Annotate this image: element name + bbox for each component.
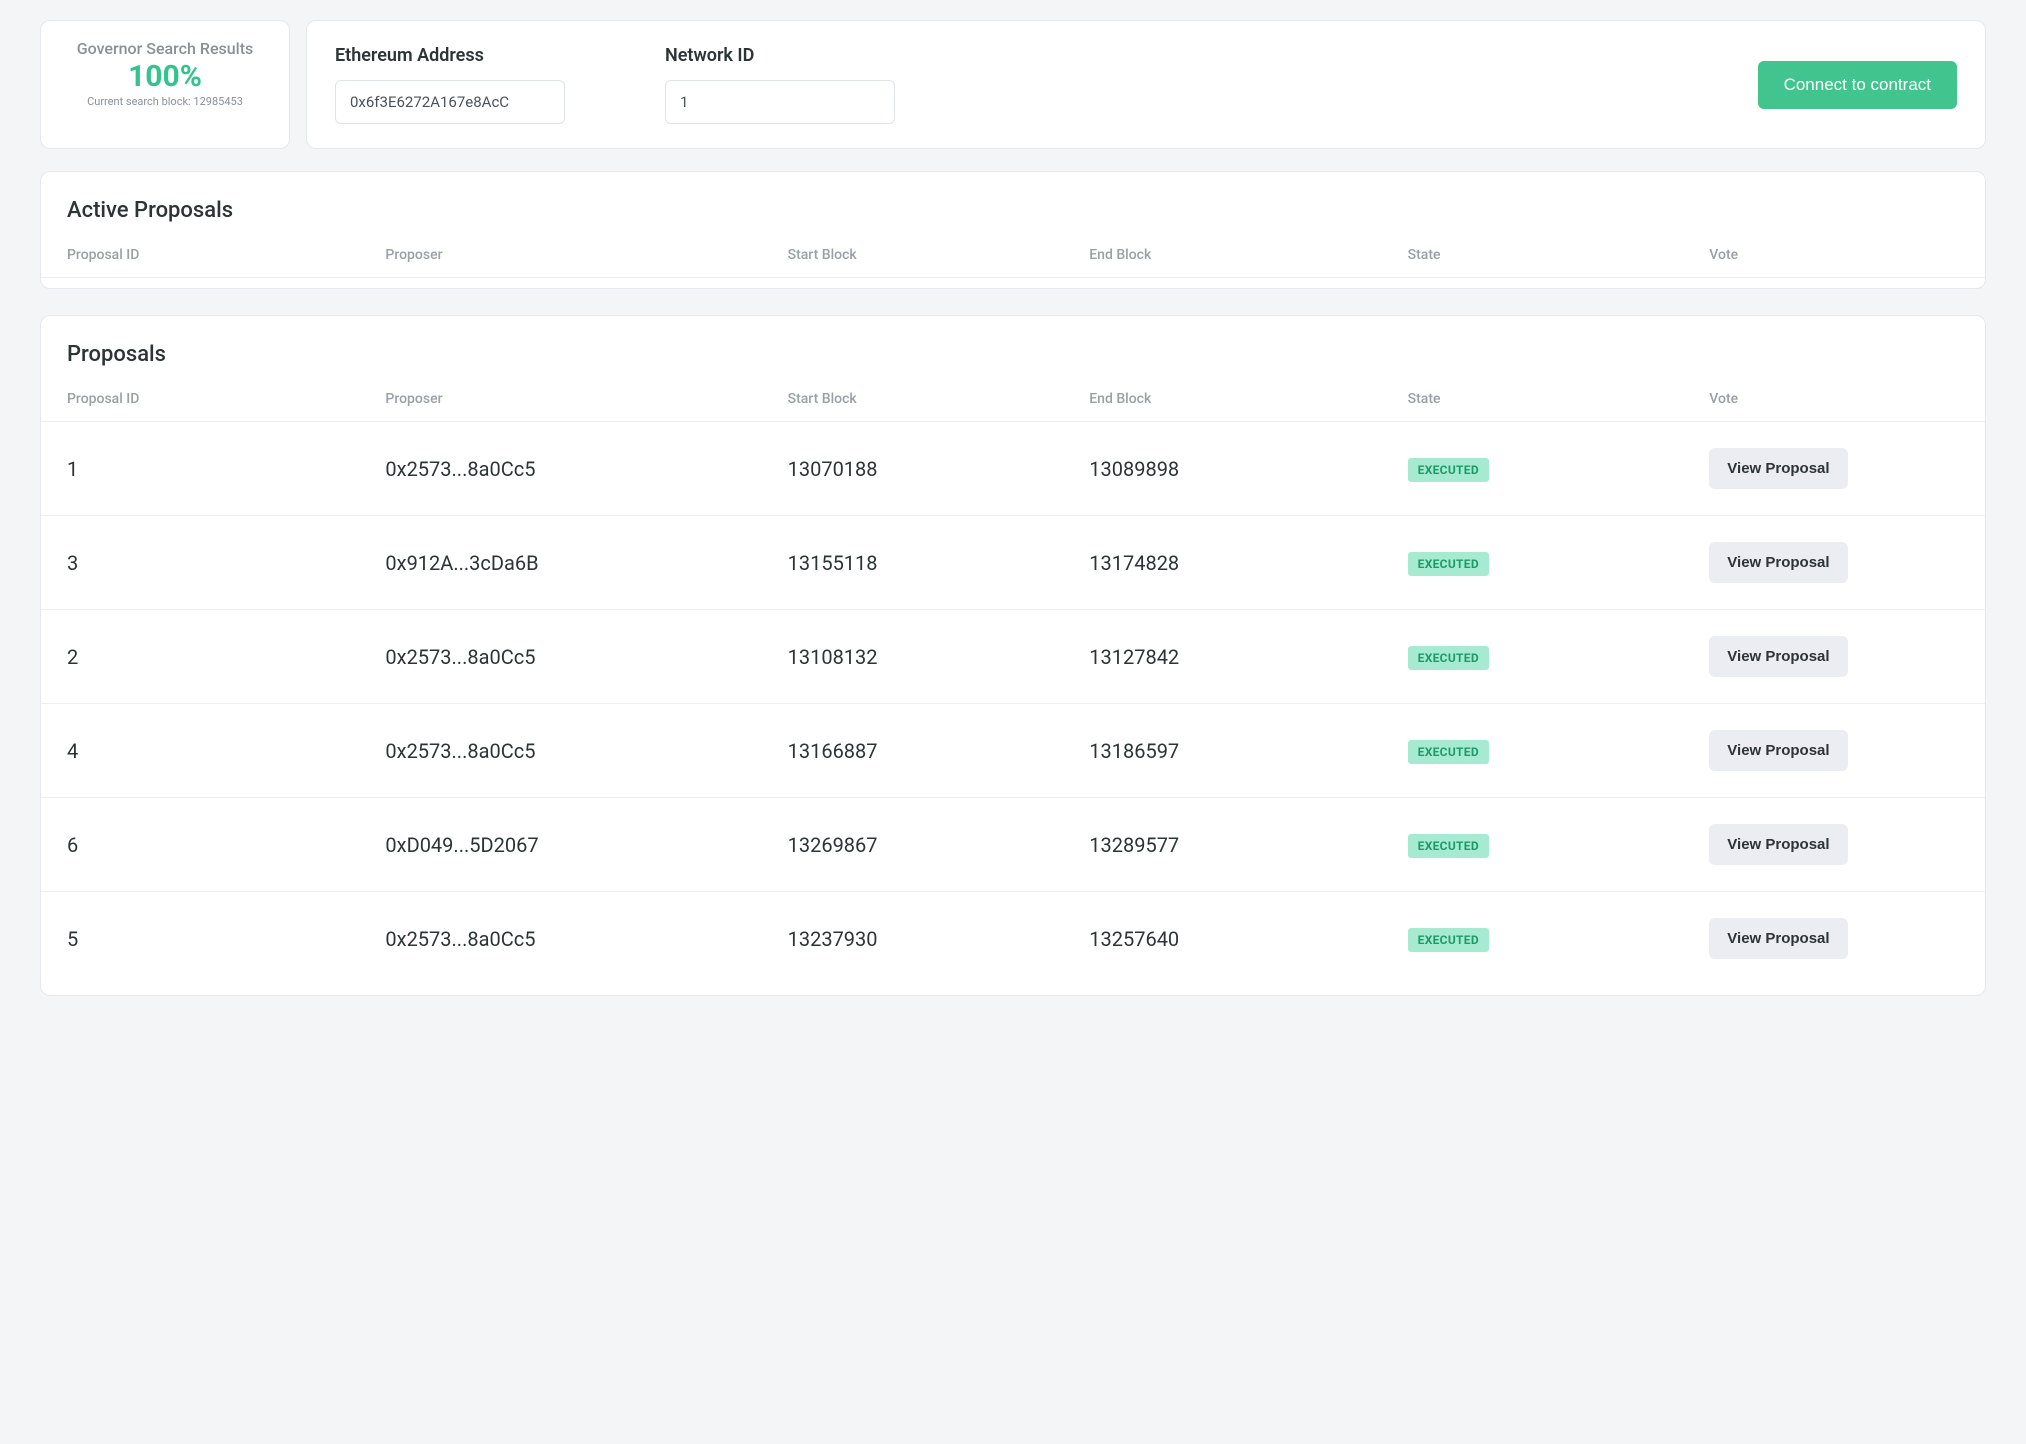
connect-card: Ethereum Address Network ID Connect to c… [306,20,1986,149]
header-end-block: End Block [1063,381,1381,422]
table-row: 10x2573...8a0Cc51307018813089898 EXECUTED… [41,422,1985,516]
header-state: State [1382,381,1684,422]
view-proposal-button[interactable]: View Proposal [1709,824,1847,865]
cell-state: EXECUTED [1382,422,1684,516]
header-vote: Vote [1683,237,1985,278]
header-start-block: Start Block [762,237,1064,278]
cell-proposer: 0x2573...8a0Cc5 [359,704,761,798]
table-row: 30x912A...3cDa6B1315511813174828 EXECUTED… [41,516,1985,610]
cell-end-block: 13289577 [1063,798,1381,892]
cell-start-block: 13237930 [762,892,1064,986]
proposals-heading: Proposals [41,342,1985,381]
cell-start-block: 13108132 [762,610,1064,704]
header-vote: Vote [1683,381,1985,422]
cell-proposal-id: 1 [41,422,359,516]
status-badge: EXECUTED [1408,834,1489,858]
active-proposals-panel: Active Proposals Proposal ID Proposer St… [40,171,1986,289]
search-title: Governor Search Results [61,39,269,58]
header-start-block: Start Block [762,381,1064,422]
ethereum-address-input[interactable] [335,80,565,124]
cell-vote: View Proposal [1683,798,1985,892]
search-percent: 100% [61,60,269,93]
cell-proposer: 0xD049...5D2067 [359,798,761,892]
cell-state: EXECUTED [1382,704,1684,798]
cell-start-block: 13155118 [762,516,1064,610]
table-row: 40x2573...8a0Cc51316688713186597 EXECUTED… [41,704,1985,798]
cell-end-block: 13089898 [1063,422,1381,516]
cell-end-block: 13257640 [1063,892,1381,986]
cell-proposal-id: 5 [41,892,359,986]
cell-start-block: 13269867 [762,798,1064,892]
cell-end-block: 13186597 [1063,704,1381,798]
cell-state: EXECUTED [1382,610,1684,704]
header-end-block: End Block [1063,237,1381,278]
governor-search-results-card: Governor Search Results 100% Current sea… [40,20,290,149]
cell-proposal-id: 3 [41,516,359,610]
view-proposal-button[interactable]: View Proposal [1709,542,1847,583]
proposals-panel: Proposals Proposal ID Proposer Start Blo… [40,315,1986,996]
table-row: 60xD049...5D20671326986713289577 EXECUTED… [41,798,1985,892]
cell-proposer: 0x2573...8a0Cc5 [359,422,761,516]
view-proposal-button[interactable]: View Proposal [1709,636,1847,677]
cell-state: EXECUTED [1382,892,1684,986]
status-badge: EXECUTED [1408,458,1489,482]
cell-state: EXECUTED [1382,516,1684,610]
cell-vote: View Proposal [1683,516,1985,610]
active-proposals-table: Proposal ID Proposer Start Block End Blo… [41,237,1985,278]
table-row: 50x2573...8a0Cc51323793013257640 EXECUTED… [41,892,1985,986]
header-state: State [1382,237,1684,278]
search-current-block: Current search block: 12985453 [61,95,269,108]
cell-vote: View Proposal [1683,610,1985,704]
cell-proposal-id: 2 [41,610,359,704]
cell-proposal-id: 4 [41,704,359,798]
network-id-label: Network ID [665,45,895,66]
cell-proposer: 0x2573...8a0Cc5 [359,892,761,986]
view-proposal-button[interactable]: View Proposal [1709,448,1847,489]
status-badge: EXECUTED [1408,928,1489,952]
cell-end-block: 13174828 [1063,516,1381,610]
cell-start-block: 13070188 [762,422,1064,516]
header-proposer: Proposer [359,237,761,278]
connect-to-contract-button[interactable]: Connect to contract [1758,61,1957,109]
cell-start-block: 13166887 [762,704,1064,798]
status-badge: EXECUTED [1408,552,1489,576]
network-id-field-group: Network ID [665,45,895,124]
cell-proposal-id: 6 [41,798,359,892]
network-id-input[interactable] [665,80,895,124]
view-proposal-button[interactable]: View Proposal [1709,918,1847,959]
status-badge: EXECUTED [1408,646,1489,670]
cell-end-block: 13127842 [1063,610,1381,704]
active-proposals-heading: Active Proposals [41,198,1985,237]
header-proposal-id: Proposal ID [41,237,359,278]
header-proposer: Proposer [359,381,761,422]
cell-state: EXECUTED [1382,798,1684,892]
cell-vote: View Proposal [1683,422,1985,516]
ethereum-address-field-group: Ethereum Address [335,45,565,124]
view-proposal-button[interactable]: View Proposal [1709,730,1847,771]
cell-proposer: 0x2573...8a0Cc5 [359,610,761,704]
cell-vote: View Proposal [1683,892,1985,986]
table-row: 20x2573...8a0Cc51310813213127842 EXECUTED… [41,610,1985,704]
status-badge: EXECUTED [1408,740,1489,764]
ethereum-address-label: Ethereum Address [335,45,565,66]
proposals-table: Proposal ID Proposer Start Block End Blo… [41,381,1985,985]
cell-proposer: 0x912A...3cDa6B [359,516,761,610]
header-proposal-id: Proposal ID [41,381,359,422]
cell-vote: View Proposal [1683,704,1985,798]
